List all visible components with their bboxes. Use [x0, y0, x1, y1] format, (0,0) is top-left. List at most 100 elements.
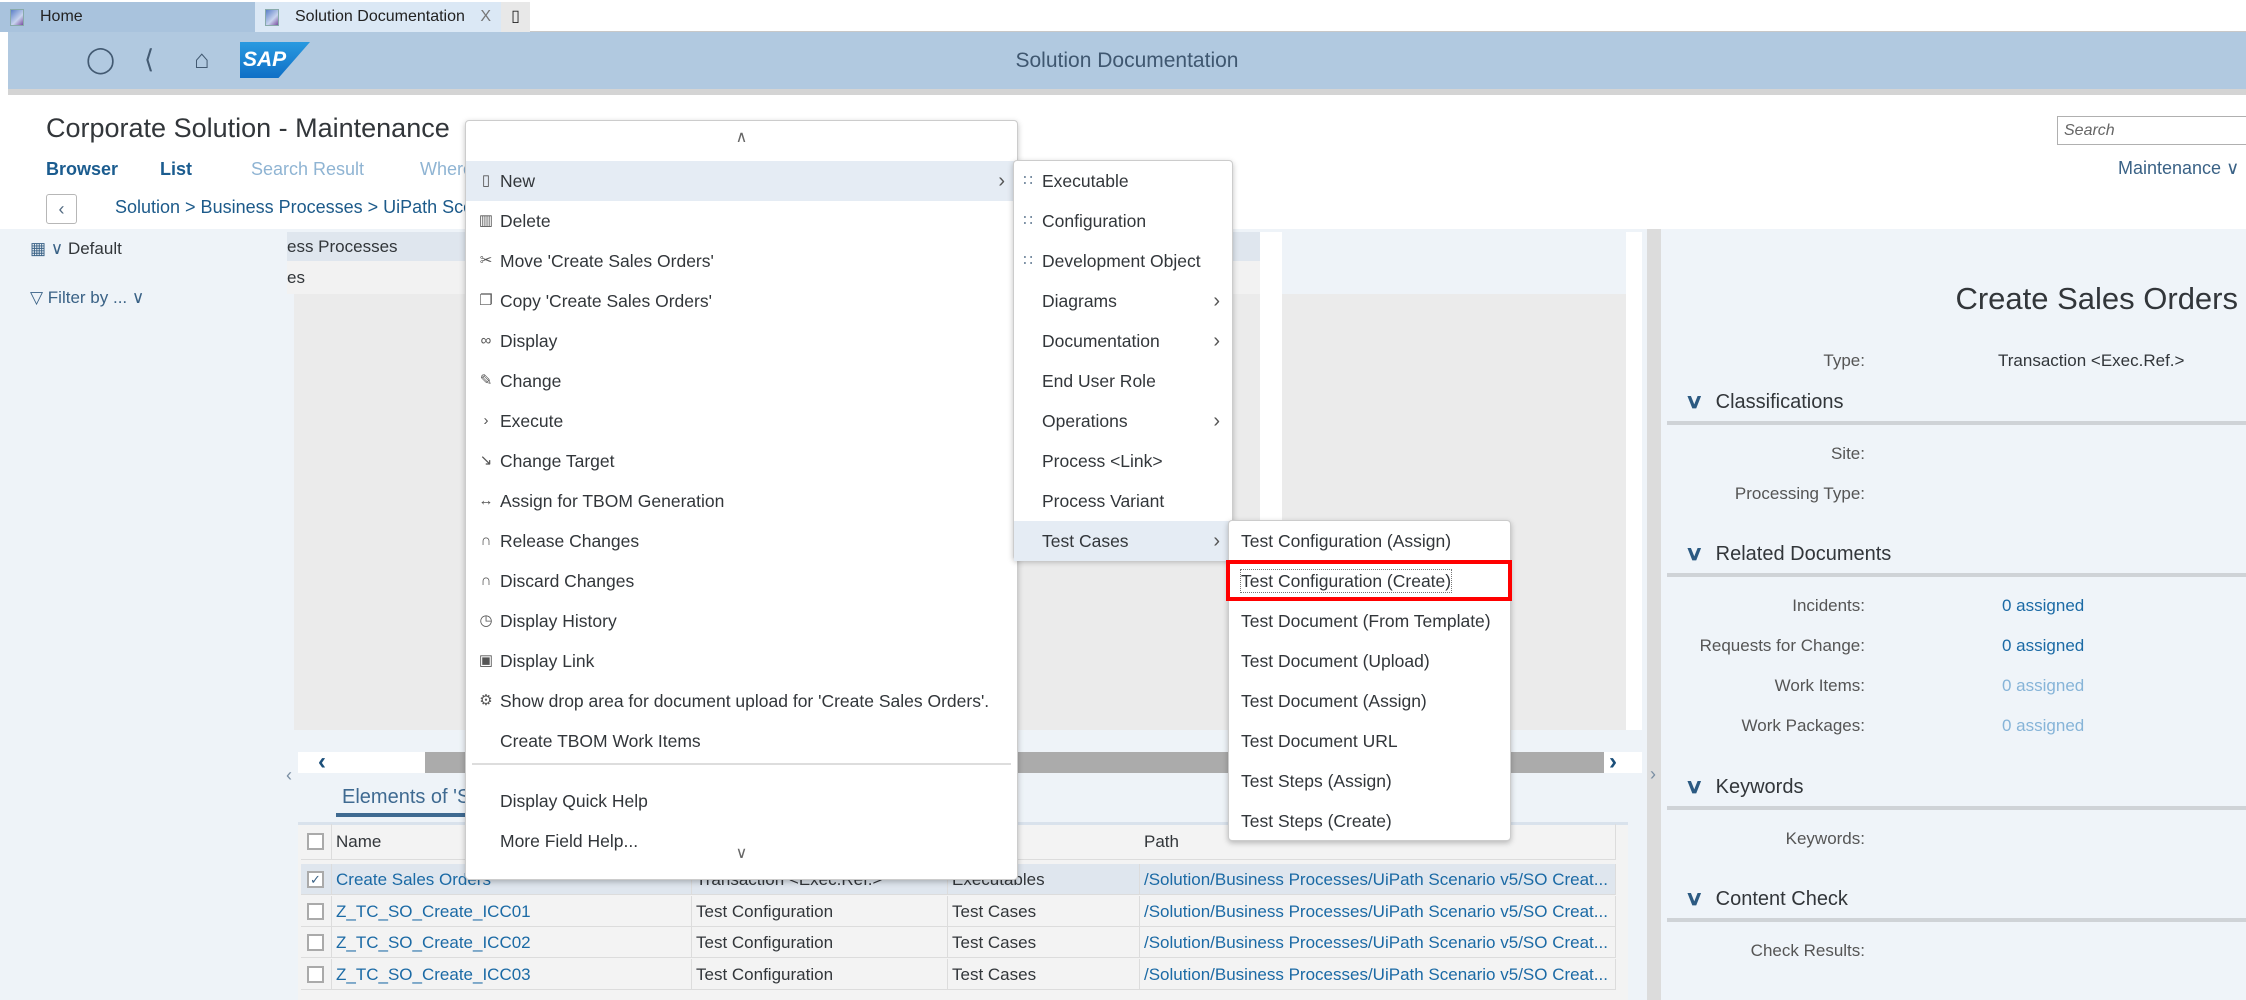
maintenance-dropdown[interactable]: Maintenance ∨	[2118, 158, 2239, 179]
expand-panel-icon[interactable]: ›	[1650, 764, 1656, 785]
submenu-item-test-document-assign[interactable]: Test Document (Assign)	[1229, 681, 1510, 721]
section-header-keywords[interactable]: ∨ Keywords	[1685, 774, 1804, 799]
back-icon[interactable]: ⟨	[144, 44, 154, 74]
menu-item-label: Configuration	[1042, 211, 1147, 231]
submenu-item-test-document-upload[interactable]: Test Document (Upload)	[1229, 641, 1510, 681]
menu-item-change-target[interactable]: ↘ Change Target	[466, 441, 1017, 481]
submenu-item-end-user-role[interactable]: End User Role	[1014, 361, 1232, 401]
row-checkbox[interactable]	[307, 965, 324, 983]
menu-item-copy-create-sales-orders[interactable]: ❐ Copy 'Create Sales Orders'	[466, 281, 1017, 321]
menu-item-delete[interactable]: ▥ Delete	[466, 201, 1017, 241]
table-row[interactable]: Z_TC_SO_Create_ICC01 Test Configuration Te…	[301, 895, 1616, 927]
menu-item-discard-changes[interactable]: ∩ Discard Changes	[466, 561, 1017, 601]
checkbox-cell	[301, 927, 332, 958]
browser-tab-solution-documentation[interactable]: Solution Documentation X	[255, 2, 501, 32]
browser-tab-home[interactable]: Home	[0, 2, 255, 32]
submenu-item-configuration[interactable]: ∷ Configuration	[1014, 201, 1232, 241]
close-tab-icon[interactable]: X	[480, 2, 491, 32]
menu-item-label: Documentation	[1042, 331, 1160, 351]
submenu-item-test-steps-create[interactable]: Test Steps (Create)	[1229, 801, 1510, 841]
scroll-left-icon[interactable]: ‹	[318, 748, 326, 776]
menu-item-label: Test Document (Assign)	[1241, 691, 1427, 711]
field-value-link[interactable]: 0 assigned	[2002, 676, 2084, 696]
row-checkbox[interactable]	[307, 902, 324, 920]
cell-path[interactable]: /Solution/Business Processes/UiPath Scen…	[1140, 895, 1616, 927]
section-header-classifications[interactable]: ∨ Classifications	[1684, 389, 1844, 414]
context-menu: ∧ ∨ ▯ New › ▥ Delete ✂ Move 'Create Sales Orde…	[465, 120, 1018, 880]
field-label: Incidents:	[1792, 596, 1865, 615]
scroll-right-icon[interactable]: ›	[1609, 748, 1617, 776]
tab-browser[interactable]: Browser	[46, 159, 118, 180]
vertical-scrollbar[interactable]	[1626, 232, 1642, 730]
tab-list[interactable]: List	[160, 159, 192, 180]
search-input[interactable]: Search	[2057, 116, 2246, 145]
section-header-content-check[interactable]: ∨ Content Check	[1684, 886, 1848, 911]
cell-path[interactable]: /Solution/Business Processes/UiPath Scen…	[1140, 958, 1616, 990]
menu-item-display-link[interactable]: ▣ Display Link	[466, 641, 1017, 681]
menu-item-show-drop-area-for-document-upload-for-create-sales-orders[interactable]: ⚙ Show drop area for document upload for …	[466, 681, 1017, 721]
cell-path[interactable]: /Solution/Business Processes/UiPath Scen…	[1140, 864, 1616, 895]
submenu-item-test-document-from-template[interactable]: Test Document (From Template)	[1229, 601, 1510, 641]
select-all-checkbox[interactable]	[307, 833, 324, 850]
submenu-item-test-steps-assign[interactable]: Test Steps (Assign)	[1229, 761, 1510, 801]
menu-item-display-history[interactable]: ◷ Display History	[466, 601, 1017, 641]
field-value-link[interactable]: 0 assigned	[2002, 636, 2084, 656]
menu-item-assign-for-tbom-generation[interactable]: ↔ Assign for TBOM Generation	[466, 481, 1017, 521]
chevron-right-icon: ›	[998, 170, 1005, 192]
tab-search-result[interactable]: Search Result	[251, 159, 364, 180]
cell-name[interactable]: Z_TC_SO_Create_ICC03	[332, 958, 692, 990]
breadcrumb-back-button[interactable]: ‹	[46, 194, 77, 224]
tab-label: Solution Documentation	[295, 8, 465, 25]
view-selector[interactable]: ▦ ∨ Default	[30, 239, 122, 259]
panel-splitter[interactable]: ›	[1647, 229, 1661, 1000]
table-row[interactable]: Z_TC_SO_Create_ICC03 Test Configuration Te…	[301, 958, 1616, 990]
submenu-item-test-configuration-assign[interactable]: Test Configuration (Assign)	[1229, 521, 1510, 561]
section-header-related-documents[interactable]: ∨ Related Documents	[1684, 541, 1891, 566]
cell-name[interactable]: Z_TC_SO_Create_ICC02	[332, 927, 692, 958]
row-checkbox[interactable]	[307, 934, 324, 951]
submenu-item-executable[interactable]: ∷ Executable	[1014, 161, 1232, 201]
submenu-item-development-object[interactable]: ∷ Development Object	[1014, 241, 1232, 281]
menu-item-label: Test Steps (Create)	[1241, 811, 1392, 831]
submenu-item-operations[interactable]: Operations ›	[1014, 401, 1232, 441]
user-icon[interactable]: ◯	[86, 44, 115, 74]
menu-scroll-up-icon[interactable]: ∧	[466, 127, 1017, 147]
new-document-icon: ▯	[481, 172, 491, 189]
field-value-link[interactable]: 0 assigned	[2002, 716, 2084, 736]
cell-name[interactable]: Z_TC_SO_Create_ICC01	[332, 895, 692, 927]
field-label: Requests for Change:	[1699, 636, 1865, 655]
menu-item-label: Display Link	[500, 651, 595, 671]
chevron-down-icon: ∨	[1684, 391, 1704, 413]
submenu-item-test-cases[interactable]: Test Cases ›	[1014, 521, 1232, 561]
menu-item-label: Operations	[1042, 411, 1128, 431]
home-icon[interactable]: ⌂	[194, 44, 210, 74]
menu-item-display[interactable]: ∞ Display	[466, 321, 1017, 361]
menu-item-move-create-sales-orders[interactable]: ✂ Move 'Create Sales Orders'	[466, 241, 1017, 281]
row-checkbox[interactable]: ✓	[307, 871, 324, 888]
filter-dropdown[interactable]: ▽ Filter by ... ∨	[30, 288, 144, 308]
submenu-item-process-link[interactable]: Process <Link>	[1014, 441, 1232, 481]
tab-elements[interactable]: Elements of 'S	[342, 786, 470, 809]
collapse-panel-icon[interactable]: ‹	[286, 765, 292, 786]
menu-item-release-changes[interactable]: ∩ Release Changes	[466, 521, 1017, 561]
new-tab-button[interactable]: ▯	[501, 2, 530, 32]
view-icon: ▦ ∨	[30, 239, 68, 258]
menu-item-create-tbom-work-items[interactable]: Create TBOM Work Items	[466, 721, 1017, 761]
menu-item-new[interactable]: ▯ New ›	[466, 161, 1017, 201]
field-value-link[interactable]: 0 assigned	[2002, 596, 2084, 616]
submenu-item-process-variant[interactable]: Process Variant	[1014, 481, 1232, 521]
menu-item-change[interactable]: ✎ Change	[466, 361, 1017, 401]
submenu-item-test-document-url[interactable]: Test Document URL	[1229, 721, 1510, 761]
menu-item-display-quick-help[interactable]: Display Quick Help	[466, 781, 1017, 821]
menu-item-label: New	[500, 171, 536, 191]
headset-icon: ∩	[480, 572, 492, 589]
menu-item-more-field-help[interactable]: More Field Help...	[466, 821, 1017, 861]
breadcrumb[interactable]: Solution > Business Processes > UiPath S…	[115, 197, 493, 218]
menu-item-execute[interactable]: › Execute	[466, 401, 1017, 441]
chevron-down-icon: ∨	[1684, 543, 1704, 565]
cell-path[interactable]: /Solution/Business Processes/UiPath Scen…	[1140, 927, 1616, 958]
table-row[interactable]: Z_TC_SO_Create_ICC02 Test Configuration Te…	[301, 927, 1616, 958]
submenu-item-diagrams[interactable]: Diagrams ›	[1014, 281, 1232, 321]
submenu-item-documentation[interactable]: Documentation ›	[1014, 321, 1232, 361]
chevron-down-icon: ∨	[1684, 888, 1704, 910]
